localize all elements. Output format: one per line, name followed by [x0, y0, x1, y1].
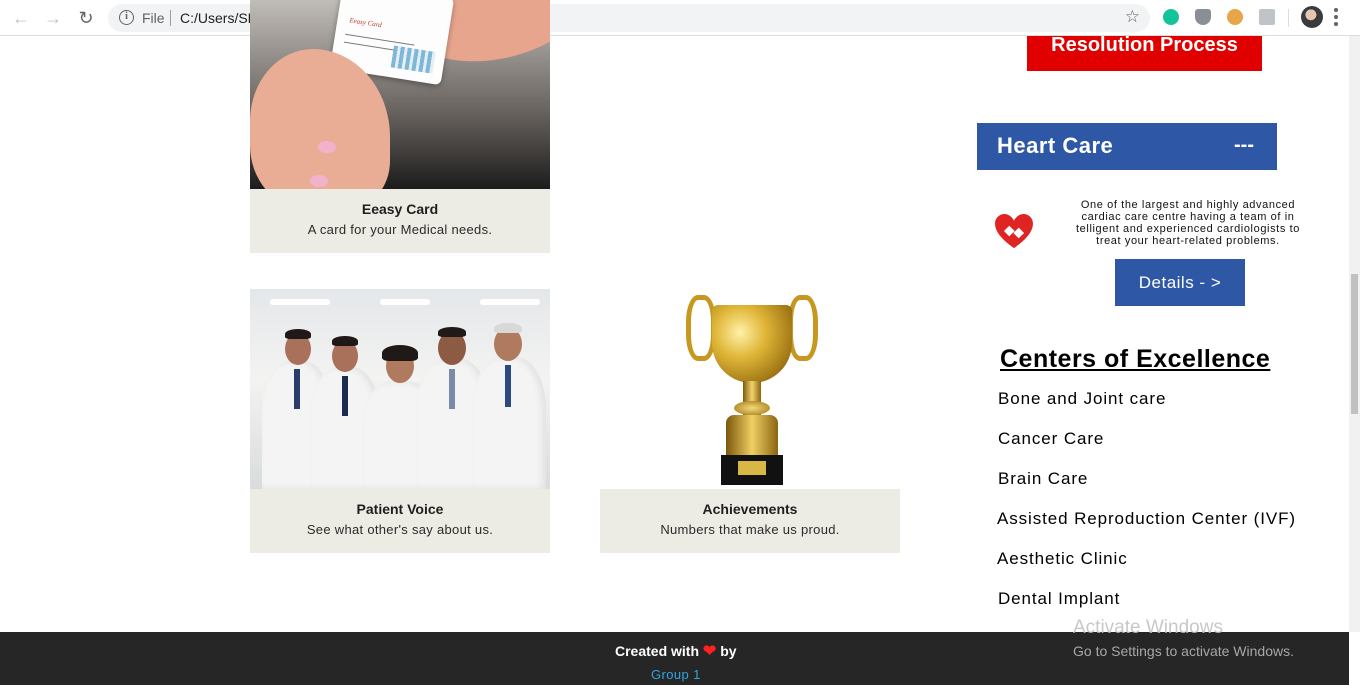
card-patient-voice[interactable]: Patient Voice See what other's say about… [250, 289, 550, 553]
doctor-figure [472, 315, 546, 489]
card-caption: Patient Voice See what other's say about… [250, 489, 550, 553]
trophy-cup-shape [712, 305, 792, 383]
centers-of-excellence-heading: Centers of Excellence [1000, 345, 1271, 373]
heart-icon: ❤ [702, 643, 717, 660]
browser-toolbar: ← → ↻ i File C:/Users/SHIVANI/Desktop/wt… [0, 0, 1360, 36]
center-link-ivf[interactable]: Assisted Reproduction Center (IVF) [997, 509, 1296, 529]
windows-activation-watermark: Activate Windows Go to Settings to activ… [1073, 617, 1294, 659]
cookie-extension-icon[interactable] [1227, 9, 1243, 25]
docs-extension-icon[interactable] [1259, 9, 1275, 25]
watermark-line-2: Go to Settings to activate Windows. [1073, 643, 1294, 659]
bookmark-star-icon[interactable]: ☆ [1125, 7, 1140, 27]
center-link-dental[interactable]: Dental Implant [998, 589, 1120, 609]
footer-group-link[interactable]: Group 1 [651, 667, 701, 682]
card-title[interactable]: Achievements [600, 501, 900, 517]
center-link-cancer[interactable]: Cancer Care [998, 429, 1104, 449]
footer-credit: Created with ❤ by [615, 641, 737, 661]
footer-created-with: Created with [615, 643, 700, 659]
details-button[interactable]: Details - > [1115, 259, 1245, 306]
card-eeasy-card[interactable]: Eeasy Card Eeasy Card A card for your Me… [250, 0, 550, 253]
watermark-line-1: Activate Windows [1073, 617, 1223, 638]
card-image-text: Eeasy Card [348, 16, 383, 30]
center-link-aesthetic[interactable]: Aesthetic Clinic [997, 549, 1128, 569]
doctors-image [250, 289, 550, 489]
forward-arrow-icon[interactable]: → [42, 7, 64, 29]
heart-care-title: Heart Care [997, 133, 1114, 158]
card-description: A card for your Medical needs. [307, 222, 493, 237]
card-title[interactable]: Patient Voice [250, 501, 550, 517]
heart-care-panel-header[interactable]: Heart Care --- [977, 123, 1277, 170]
info-icon[interactable]: i [119, 10, 134, 25]
footer-by: by [720, 643, 737, 659]
heart-care-toggle[interactable]: --- [1234, 134, 1254, 157]
card-description: Numbers that make us proud. [660, 522, 840, 537]
page-scrollbar[interactable] [1349, 36, 1360, 632]
heart-care-icon [995, 214, 1033, 249]
card-achievements[interactable]: Achievements Numbers that make us proud. [600, 289, 900, 553]
back-arrow-icon[interactable]: ← [10, 7, 32, 29]
address-divider [170, 10, 171, 26]
card-title[interactable]: Eeasy Card [250, 201, 550, 217]
kebab-menu-icon[interactable] [1334, 8, 1338, 26]
center-link-bone-joint[interactable]: Bone and Joint care [998, 389, 1166, 409]
grammarly-extension-icon[interactable] [1163, 9, 1179, 25]
scrollbar-thumb[interactable] [1351, 274, 1358, 414]
card-caption: Achievements Numbers that make us proud. [600, 489, 900, 553]
toolbar-divider [1288, 9, 1289, 27]
card-description: See what other's say about us. [306, 522, 494, 537]
eeasy-card-image: Eeasy Card [250, 0, 550, 189]
heart-care-description: One of the largest and highly advanced c… [1076, 199, 1300, 247]
resolution-process-button[interactable]: Resolution Process [1027, 35, 1262, 71]
center-link-brain[interactable]: Brain Care [998, 469, 1088, 489]
trophy-image [600, 289, 900, 489]
profile-avatar[interactable] [1301, 6, 1323, 28]
scheme-label: File [142, 10, 165, 26]
shield-extension-icon[interactable] [1195, 9, 1211, 25]
card-caption: Eeasy Card A card for your Medical needs… [250, 189, 550, 253]
reload-icon[interactable]: ↻ [75, 7, 97, 29]
